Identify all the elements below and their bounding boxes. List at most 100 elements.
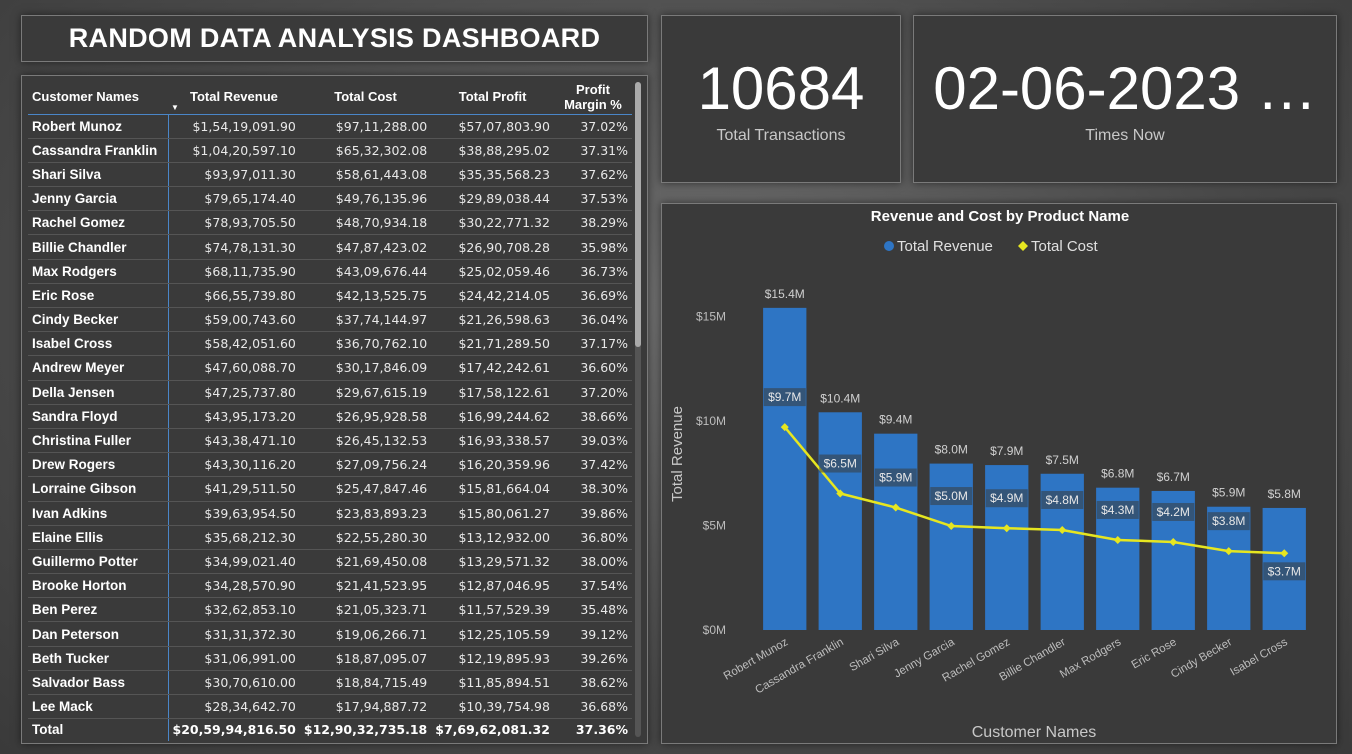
header-profit-margin[interactable]: Profit Margin % bbox=[554, 80, 632, 114]
cell-profit-margin: 39.26% bbox=[553, 646, 632, 671]
cell-customer-name: Eric Rose bbox=[28, 283, 169, 309]
revenue-bar[interactable] bbox=[874, 433, 918, 630]
table-row[interactable]: Robert Munoz $1,54,19,091.90 $97,11,288.00… bbox=[28, 114, 632, 139]
table-row[interactable]: Ivan Adkins $39,63,954.50 $23,83,893.23 $15… bbox=[28, 501, 632, 526]
cell-customer-name: Lee Mack bbox=[28, 694, 169, 720]
revenue-data-label: $5.8M bbox=[1268, 487, 1301, 501]
table-row[interactable]: Isabel Cross $58,42,051.60 $36,70,762.10 $2… bbox=[28, 331, 632, 357]
table-row[interactable]: Cindy Becker $59,00,743.60 $37,74,144.97 $2… bbox=[28, 307, 632, 333]
cell-profit-margin: 38.62% bbox=[553, 670, 632, 696]
cell-customer-name: Shari Silva bbox=[28, 162, 169, 188]
header-total-revenue[interactable]: Total Revenue ▼ bbox=[168, 80, 300, 114]
table-row[interactable]: Ben Perez $32,62,853.10 $21,05,323.71 $11,5… bbox=[28, 597, 632, 623]
table-row[interactable]: Eric Rose $66,55,739.80 $42,13,525.75 $24,4… bbox=[28, 283, 632, 309]
cost-data-label: $9.7M bbox=[768, 390, 801, 404]
cost-data-label: $5.0M bbox=[935, 489, 968, 503]
cell-total-cost: $36,70,762.10 bbox=[299, 331, 432, 357]
header-total-revenue-label: Total Revenue bbox=[189, 89, 278, 105]
cell-total-cost: $37,74,144.97 bbox=[299, 307, 432, 333]
y-axis-title: Total Revenue bbox=[669, 406, 686, 502]
revenue-data-label: $5.9M bbox=[1212, 486, 1245, 500]
y-tick-label: $15M bbox=[696, 310, 726, 324]
table-row[interactable]: Della Jensen $47,25,737.80 $29,67,615.19 $1… bbox=[28, 380, 632, 405]
cost-data-label: $3.7M bbox=[1268, 564, 1301, 578]
cell-total-profit: $21,71,289.50 bbox=[431, 331, 554, 357]
cell-total-revenue: $30,70,610.00 bbox=[168, 670, 300, 696]
table-row[interactable]: Lee Mack $28,34,642.70 $17,94,887.72 $10,39… bbox=[28, 694, 632, 720]
time-card: 02-06-2023 … Times Now bbox=[913, 15, 1337, 183]
cell-total-profit: $24,42,214.05 bbox=[431, 283, 554, 309]
y-tick-label: $10M bbox=[696, 414, 726, 428]
cell-profit-margin: 38.29% bbox=[553, 210, 632, 236]
cell-total-revenue: $28,34,642.70 bbox=[168, 694, 300, 720]
revenue-data-label: $10.4M bbox=[820, 391, 860, 405]
cell-customer-name: Guillermo Potter bbox=[28, 549, 169, 575]
dashboard-title: RANDOM DATA ANALYSIS DASHBOARD bbox=[68, 23, 601, 53]
cell-total-profit: $11,85,894.51 bbox=[431, 670, 554, 696]
y-tick-label: $5M bbox=[703, 519, 726, 533]
cell-profit-margin: 39.86% bbox=[553, 501, 632, 526]
revenue-data-label: $8.0M bbox=[935, 443, 968, 457]
cell-total-cost: $25,47,847.46 bbox=[299, 476, 432, 502]
revenue-bar[interactable] bbox=[763, 307, 807, 630]
table-scrollbar-thumb[interactable] bbox=[635, 82, 641, 347]
table-row[interactable]: Dan Peterson $31,31,372.30 $19,06,266.71 $1… bbox=[28, 621, 632, 647]
table-row[interactable]: Sandra Floyd $43,95,173.20 $26,95,928.58 $1… bbox=[28, 404, 632, 429]
header-customer-names[interactable]: Customer Names bbox=[28, 80, 168, 114]
header-total-profit[interactable]: Total Profit bbox=[431, 80, 554, 114]
legend-revenue-label: Total Revenue bbox=[897, 238, 993, 255]
cell-total-profit: $10,39,754.98 bbox=[431, 694, 554, 720]
cell-total-revenue: $41,29,511.50 bbox=[168, 476, 300, 502]
total-margin: 37.36% bbox=[575, 722, 628, 738]
table-row[interactable]: Jenny Garcia $79,65,174.40 $49,76,135.96 $2… bbox=[28, 186, 632, 212]
cell-profit-margin: 37.53% bbox=[553, 186, 632, 212]
table-row[interactable]: Brooke Horton $34,28,570.90 $21,41,523.95 $… bbox=[28, 573, 632, 599]
header-total-cost[interactable]: Total Cost bbox=[300, 80, 431, 114]
table-row[interactable]: Drew Rogers $43,30,116.20 $27,09,756.24 $16… bbox=[28, 452, 632, 478]
cell-total-profit: $17,42,242.61 bbox=[431, 355, 554, 381]
revenue-data-label: $7.9M bbox=[990, 444, 1023, 458]
table-row[interactable]: Billie Chandler $74,78,131.30 $47,87,423.0… bbox=[28, 234, 632, 260]
cell-total-revenue: $47,60,088.70 bbox=[168, 355, 300, 381]
cell-total-cost: $27,09,756.24 bbox=[299, 452, 432, 478]
table-row[interactable]: Max Rodgers $68,11,735.90 $43,09,676.44 $25… bbox=[28, 259, 632, 284]
table-row[interactable]: Cassandra Franklin $1,04,20,597.10 $65,32,… bbox=[28, 138, 632, 163]
table-row[interactable]: Shari Silva $93,97,011.30 $58,61,443.08 $35… bbox=[28, 162, 632, 188]
cell-profit-margin: 37.02% bbox=[553, 114, 632, 139]
table-row[interactable]: Salvador Bass $30,70,610.00 $18,84,715.49 $… bbox=[28, 670, 632, 696]
table-row[interactable]: Andrew Meyer $47,60,088.70 $30,17,846.09 $1… bbox=[28, 355, 632, 381]
cost-data-label: $5.9M bbox=[879, 471, 912, 485]
revenue-bar[interactable] bbox=[818, 412, 862, 630]
cell-profit-margin: 37.17% bbox=[553, 331, 632, 357]
table-scrollbar[interactable] bbox=[635, 82, 641, 737]
cell-profit-margin: 35.48% bbox=[553, 597, 632, 623]
cell-total-profit: $13,29,571.32 bbox=[431, 549, 554, 575]
cell-customer-name: Brooke Horton bbox=[28, 573, 169, 599]
table-row[interactable]: Elaine Ellis $35,68,212.30 $22,55,280.30 $1… bbox=[28, 525, 632, 550]
cell-total-profit: $57,07,803.90 bbox=[431, 114, 554, 139]
cell-profit-margin: 37.54% bbox=[553, 573, 632, 599]
cell-profit-margin: 36.60% bbox=[553, 355, 632, 381]
cell-customer-name: Dan Peterson bbox=[28, 621, 169, 647]
cell-customer-name: Elaine Ellis bbox=[28, 525, 169, 550]
cell-total-cost: $30,17,846.09 bbox=[299, 355, 432, 381]
cell-profit-margin: 36.04% bbox=[553, 307, 632, 333]
table-row[interactable]: Guillermo Potter $34,99,021.40 $21,69,450.… bbox=[28, 549, 632, 575]
x-tick-label: Isabel Cross bbox=[1228, 636, 1290, 678]
total-revenue: $20,59,94,816.50 bbox=[172, 722, 296, 738]
cell-total-cost: $42,13,525.75 bbox=[299, 283, 432, 309]
table-row[interactable]: Christina Fuller $43,38,471.10 $26,45,132.… bbox=[28, 428, 632, 454]
table-row[interactable]: Rachel Gomez $78,93,705.50 $48,70,934.18 $3… bbox=[28, 210, 632, 236]
cell-customer-name: Beth Tucker bbox=[28, 646, 169, 671]
cell-customer-name: Sandra Floyd bbox=[28, 404, 169, 429]
chart-title: Revenue and Cost by Product Name bbox=[871, 208, 1129, 225]
legend-cost-label: Total Cost bbox=[1031, 238, 1099, 255]
table-row[interactable]: Lorraine Gibson $41,29,511.50 $25,47,847.4… bbox=[28, 476, 632, 502]
cell-total-profit: $16,99,244.62 bbox=[431, 404, 554, 429]
cell-total-profit: $11,57,529.39 bbox=[431, 597, 554, 623]
cell-customer-name: Ben Perez bbox=[28, 597, 169, 623]
cell-profit-margin: 37.42% bbox=[553, 452, 632, 478]
cell-total-cost: $23,83,893.23 bbox=[299, 501, 432, 526]
table-row[interactable]: Beth Tucker $31,06,991.00 $18,87,095.07 $12… bbox=[28, 646, 632, 671]
cell-total-profit: $17,58,122.61 bbox=[431, 380, 554, 405]
